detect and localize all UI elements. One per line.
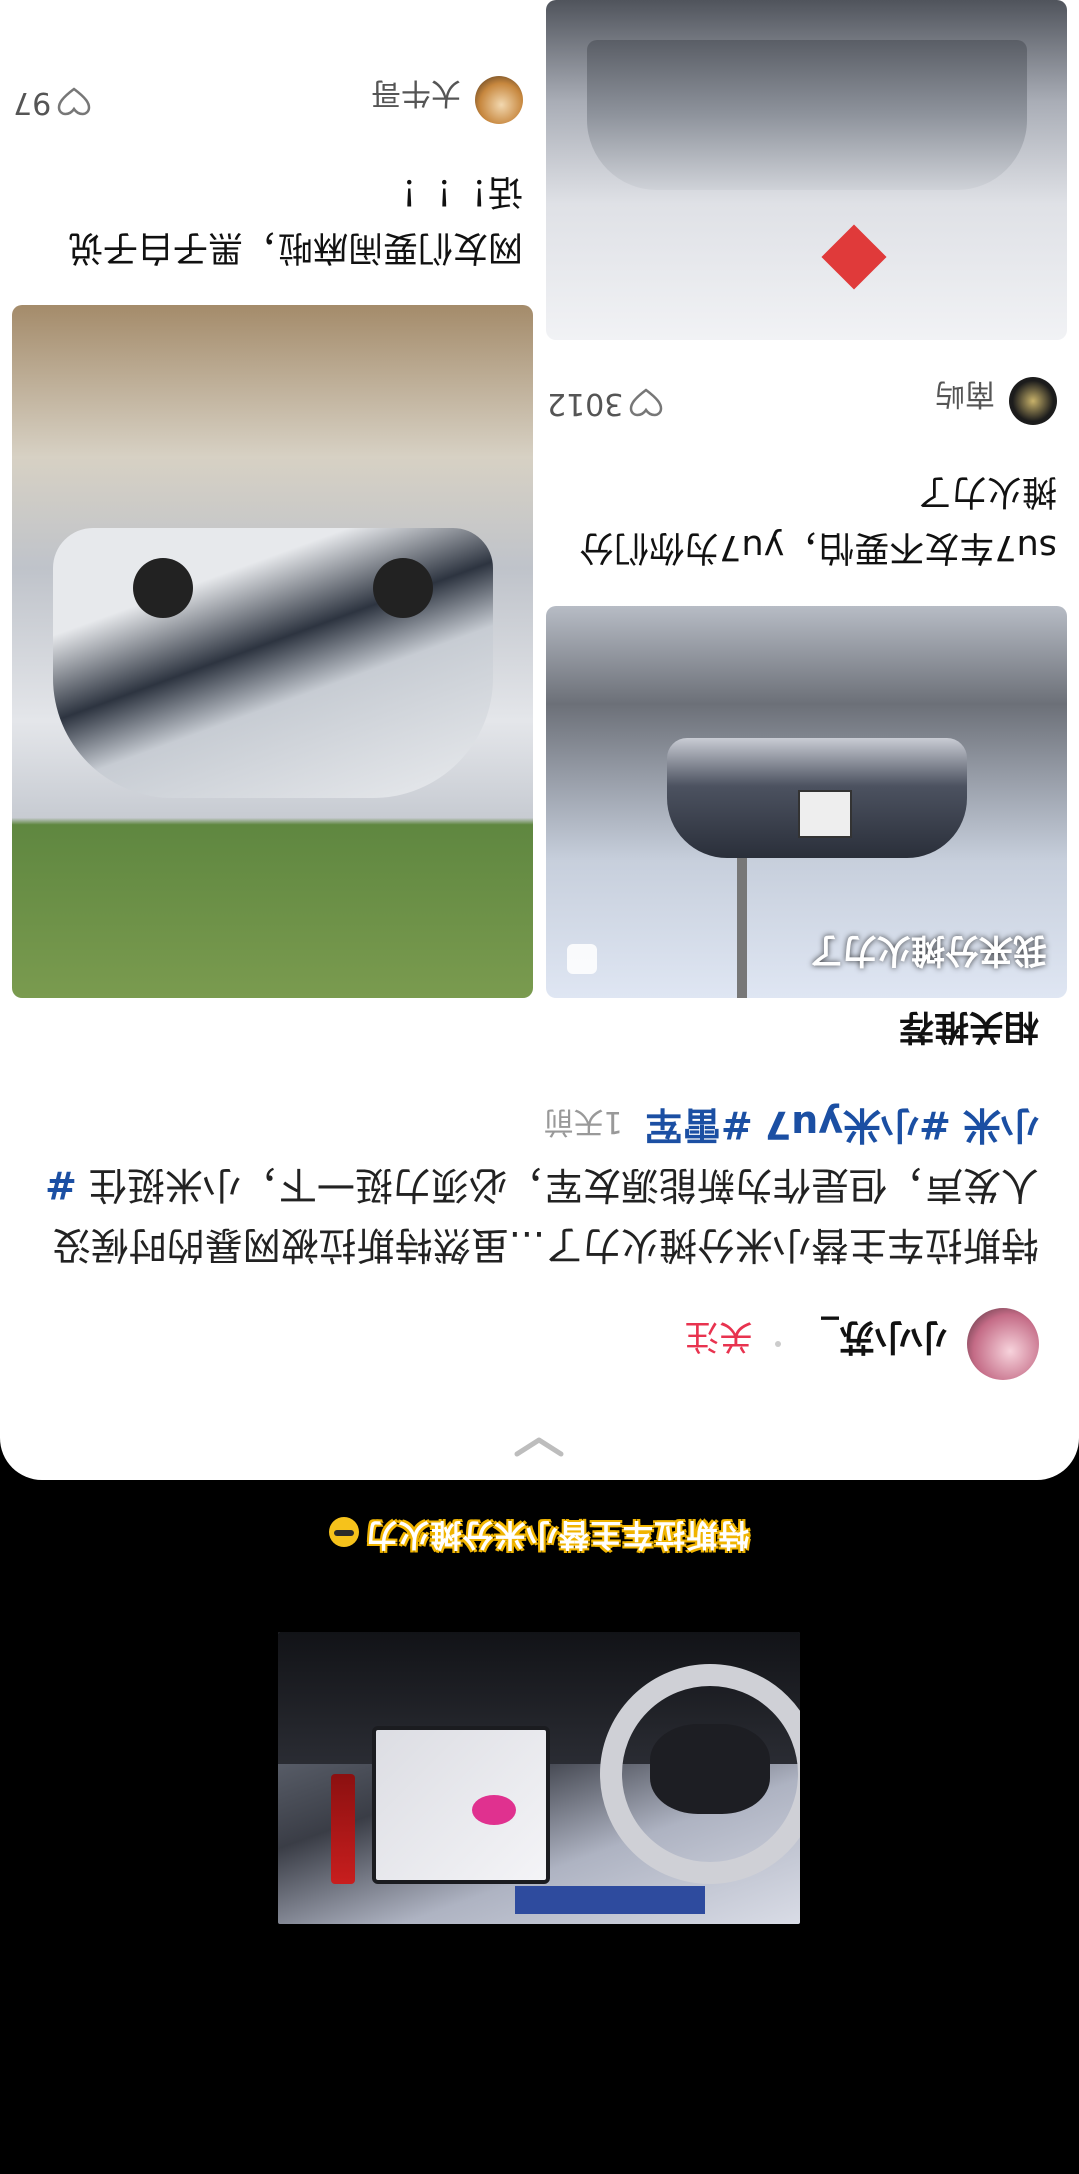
like-button[interactable]: 97: [13, 85, 91, 120]
avatar[interactable]: [967, 1308, 1039, 1380]
video-tassel: [331, 1774, 355, 1884]
heart-icon: [630, 388, 663, 417]
image-wheel: [133, 558, 193, 618]
video-screen-graphic: [472, 1795, 516, 1825]
separator-dot: [775, 1341, 781, 1347]
like-button[interactable]: 3012: [547, 386, 663, 421]
image-badge: [821, 224, 887, 290]
video-subtitle-text: 特斯拉车主替小米分摊火力: [365, 1516, 750, 1552]
related-card-image[interactable]: [546, 0, 1067, 340]
author-row: 小小苏_ 关注: [39, 1308, 1039, 1380]
card-image-caption: 我来分摊火力了: [809, 930, 1047, 970]
video-player[interactable]: 特斯拉车主替小米分摊火力: [0, 1474, 1079, 2174]
avatar[interactable]: [475, 76, 523, 124]
chevron-down-icon[interactable]: [513, 1436, 565, 1458]
video-subtitle: 特斯拉车主替小米分摊火力: [0, 1515, 1079, 1560]
video-steering-hub: [650, 1724, 770, 1814]
related-card-image[interactable]: 我来分摊火力了: [546, 606, 1067, 998]
copy-icon: [567, 944, 597, 974]
post-time: 1天前: [543, 1104, 623, 1139]
image-pole: [737, 858, 747, 998]
post-body: 特斯拉车主替小米分摊火力了...虽然特斯拉被网暴的时候没人发声，但是作为新能源友…: [39, 1091, 1039, 1275]
related-card-image[interactable]: [12, 305, 533, 998]
author-name[interactable]: 小小苏_: [821, 1314, 947, 1366]
heart-icon: [57, 87, 91, 116]
video-frame[interactable]: [278, 1632, 800, 1924]
related-card-title[interactable]: su7车友不要怕，yu7为你们分摊火力了: [567, 463, 1057, 575]
video-car-screen: [372, 1726, 550, 1884]
related-card-meta: 南屿 3012: [547, 375, 1057, 425]
screen: 特斯拉车主替小米分摊火力 小小苏_ 关注 特斯拉车主替小米分摊火力了...虽然特…: [0, 0, 1079, 2174]
hashtag-link[interactable]: #雷军: [645, 1103, 753, 1147]
video-store-sign: [515, 1886, 705, 1914]
card-author[interactable]: 大牛哥: [371, 74, 461, 118]
post-sheet: 小小苏_ 关注 特斯拉车主替小米分摊火力了...虽然特斯拉被网暴的时候没人发声，…: [0, 0, 1079, 1480]
like-count: 97: [13, 85, 52, 120]
hashtag-link[interactable]: #小米yu7: [765, 1103, 951, 1147]
follow-button[interactable]: 关注: [685, 1315, 753, 1364]
avatar[interactable]: [1009, 377, 1057, 425]
post-text: 特斯拉车主替小米分摊火力了...虽然特斯拉被网暴的时候没人发声，但是作为新能源友…: [52, 1163, 1039, 1267]
sunglasses-emoji-icon: [329, 1517, 360, 1548]
like-count: 3012: [547, 386, 624, 421]
image-car: [587, 40, 1027, 190]
related-card-title[interactable]: 网友们要闹麻啦，黑子白子说话！！！: [33, 163, 523, 275]
image-wheel: [373, 558, 433, 618]
image-car: [53, 528, 493, 798]
related-card-meta: 大牛哥 97: [13, 74, 523, 124]
image-plate: [798, 790, 852, 838]
related-title: 相关推荐: [898, 1006, 1039, 1046]
card-author[interactable]: 南屿: [935, 375, 995, 419]
